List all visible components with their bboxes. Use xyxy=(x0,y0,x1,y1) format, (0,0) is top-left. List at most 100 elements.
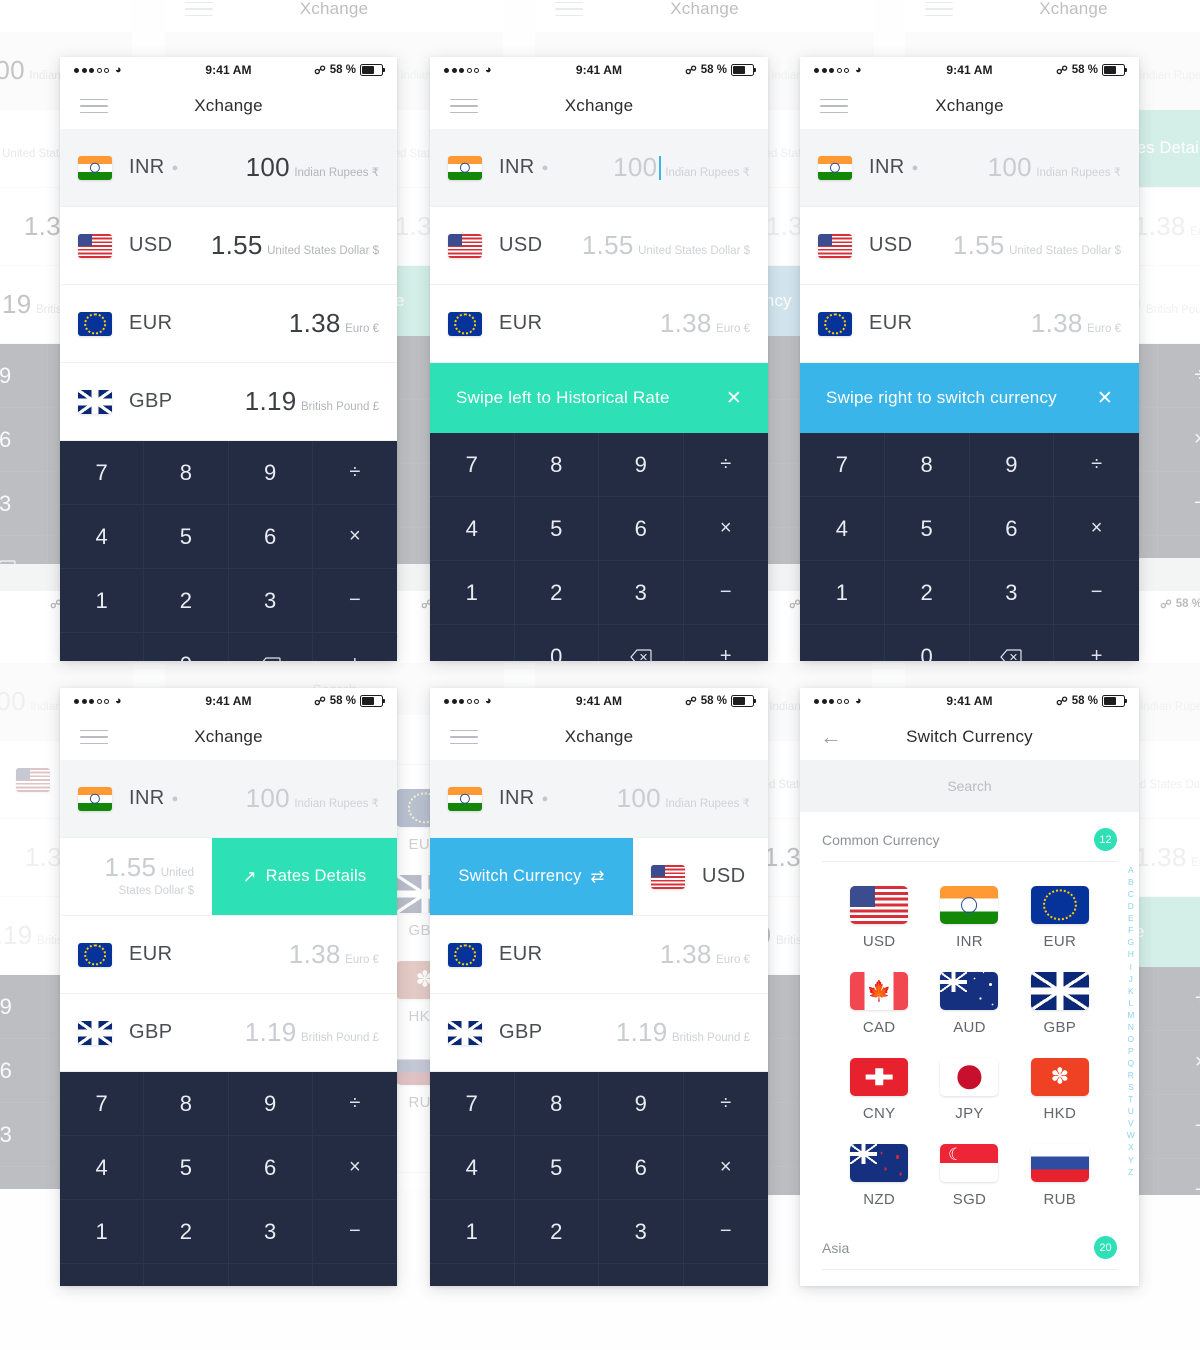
menu-icon[interactable] xyxy=(450,98,478,114)
key-−[interactable]: − xyxy=(683,561,768,625)
key-5[interactable]: 5 xyxy=(144,505,229,569)
search-input[interactable]: Search xyxy=(947,778,991,794)
key-×[interactable]: × xyxy=(683,1136,768,1200)
banner-switch-currency[interactable]: Swipe right to switch currency ✕ xyxy=(800,363,1139,433)
alpha-index-C[interactable]: C xyxy=(1128,888,1134,900)
menu-icon[interactable] xyxy=(450,729,478,745)
key-5[interactable]: 5 xyxy=(514,497,599,561)
currency-option[interactable] xyxy=(924,1284,1014,1286)
alpha-index-F[interactable]: F xyxy=(1128,924,1133,936)
key-9[interactable]: 9 xyxy=(228,1072,313,1136)
key-0[interactable]: 0 xyxy=(515,625,599,661)
key-7[interactable]: 7 xyxy=(430,433,515,497)
alpha-index-E[interactable]: E xyxy=(1128,912,1134,924)
alpha-index-B[interactable]: B xyxy=(1128,876,1134,888)
key-×[interactable]: × xyxy=(312,1136,397,1200)
key-1[interactable]: 1 xyxy=(60,569,145,633)
key-7[interactable]: 7 xyxy=(60,441,145,505)
alpha-index-D[interactable]: D xyxy=(1128,900,1134,912)
alpha-index-Y[interactable]: Y xyxy=(1128,1154,1134,1166)
key-2[interactable]: 2 xyxy=(144,569,229,633)
key-3[interactable]: 3 xyxy=(228,1200,313,1264)
search-bar[interactable]: Search xyxy=(800,760,1139,812)
currency-row-usd[interactable]: USD 1.55 United States Dollar $ xyxy=(800,207,1139,285)
currency-row-gbp[interactable]: GBP 1.19 British Pound £ xyxy=(60,994,397,1072)
alphabet-index[interactable]: ABCDEFGHIJKLMNOPQRSTUVWXYZ xyxy=(1127,864,1135,1178)
key-1[interactable]: 1 xyxy=(60,1200,145,1264)
key-9[interactable]: 9 xyxy=(969,433,1055,497)
key-4[interactable]: 4 xyxy=(800,497,885,561)
key-6[interactable]: 6 xyxy=(599,497,684,561)
key-.[interactable]: . xyxy=(800,625,885,661)
alpha-index-I[interactable]: I xyxy=(1130,961,1133,973)
currency-option-cny[interactable]: CNY xyxy=(834,1048,924,1134)
key-backspace[interactable] xyxy=(229,1264,313,1286)
key-4[interactable]: 4 xyxy=(60,505,145,569)
currency-row-inr[interactable]: INR ● 100 Indian Rupees ₹ xyxy=(430,129,768,207)
key-3[interactable]: 3 xyxy=(969,561,1055,625)
key-6[interactable]: 6 xyxy=(228,1136,313,1200)
currency-row-inr[interactable]: INR ● 100 Indian Rupees ₹ xyxy=(800,129,1139,207)
alpha-index-P[interactable]: P xyxy=(1128,1045,1134,1057)
alpha-index-K[interactable]: K xyxy=(1128,985,1134,997)
key-×[interactable]: × xyxy=(312,505,397,569)
key-×[interactable]: × xyxy=(683,497,768,561)
alpha-index-O[interactable]: O xyxy=(1127,1033,1134,1045)
key-÷[interactable]: ÷ xyxy=(1054,433,1139,497)
alpha-index-H[interactable]: H xyxy=(1128,948,1134,960)
key-1[interactable]: 1 xyxy=(800,561,885,625)
key-0[interactable]: 0 xyxy=(515,1264,599,1286)
key-6[interactable]: 6 xyxy=(599,1136,684,1200)
key-4[interactable]: 4 xyxy=(60,1136,145,1200)
currency-option-eur[interactable]: EUR xyxy=(1015,876,1105,962)
alpha-index-R[interactable]: R xyxy=(1128,1069,1134,1081)
key-+[interactable]: + xyxy=(684,625,769,661)
key-7[interactable]: 7 xyxy=(60,1072,145,1136)
alpha-index-W[interactable]: W xyxy=(1127,1129,1135,1141)
currency-row-eur[interactable]: EUR 1.38 Euro € xyxy=(800,285,1139,363)
key-.[interactable]: . xyxy=(60,633,145,661)
key-+[interactable]: + xyxy=(313,1264,397,1286)
key-0[interactable]: 0 xyxy=(144,1264,229,1286)
currency-row-eur[interactable]: EUR 1.38 Euro € xyxy=(430,916,768,994)
key-8[interactable]: 8 xyxy=(514,433,599,497)
key-0[interactable]: 0 xyxy=(144,633,229,661)
key-÷[interactable]: ÷ xyxy=(312,441,397,505)
key-6[interactable]: 6 xyxy=(969,497,1055,561)
currency-row-inr[interactable]: INR ● 100 Indian Rupees ₹ xyxy=(60,129,397,207)
key-5[interactable]: 5 xyxy=(514,1136,599,1200)
key-5[interactable]: 5 xyxy=(144,1136,229,1200)
alpha-index-Q[interactable]: Q xyxy=(1127,1057,1134,1069)
currency-option-rub[interactable]: RUB xyxy=(1015,1134,1105,1220)
close-icon[interactable]: ✕ xyxy=(1097,389,1113,408)
key-1[interactable]: 1 xyxy=(430,1200,515,1264)
currency-option-inr[interactable]: INR xyxy=(924,876,1014,962)
currency-option-nzd[interactable]: NZD xyxy=(834,1134,924,1220)
rates-details-button[interactable]: ↗ Rates Details xyxy=(212,838,397,915)
key-backspace[interactable] xyxy=(599,625,684,661)
key-2[interactable]: 2 xyxy=(144,1200,229,1264)
key-.[interactable]: . xyxy=(430,625,515,661)
currency-row-gbp[interactable]: GBP 1.19 British Pound £ xyxy=(430,994,768,1072)
key-4[interactable]: 4 xyxy=(430,1136,515,1200)
currency-row-usd[interactable]: USD 1.55 United States Dollar $ xyxy=(60,207,397,285)
currency-row-eur[interactable]: EUR 1.38 Euro € xyxy=(430,285,768,363)
banner-historical-rate[interactable]: Swipe left to Historical Rate ✕ xyxy=(430,363,768,433)
currency-row-eur[interactable]: EUR 1.38 Euro € xyxy=(60,285,397,363)
back-arrow-icon[interactable]: ← xyxy=(820,726,842,748)
currency-option-cad[interactable]: CAD xyxy=(834,962,924,1048)
currency-option-jpy[interactable]: JPY xyxy=(924,1048,1014,1134)
currency-row-inr[interactable]: INR ● 100 Indian Rupees ₹ xyxy=(60,760,397,838)
key-2[interactable]: 2 xyxy=(514,561,599,625)
menu-icon[interactable] xyxy=(80,729,108,745)
key-×[interactable]: × xyxy=(1054,497,1139,561)
currency-row-gbp[interactable]: GBP 1.19 British Pound £ xyxy=(60,363,397,441)
key-backspace[interactable] xyxy=(229,633,313,661)
currency-option-gbp[interactable]: GBP xyxy=(1015,962,1105,1048)
key-9[interactable]: 9 xyxy=(599,1072,684,1136)
key-.[interactable]: . xyxy=(60,1264,145,1286)
currency-option-sgd[interactable]: SGD xyxy=(924,1134,1014,1220)
alpha-index-J[interactable]: J xyxy=(1129,973,1133,985)
alpha-index-X[interactable]: X xyxy=(1128,1141,1134,1153)
switch-currency-button[interactable]: Switch Currency ⇄ xyxy=(430,838,633,915)
